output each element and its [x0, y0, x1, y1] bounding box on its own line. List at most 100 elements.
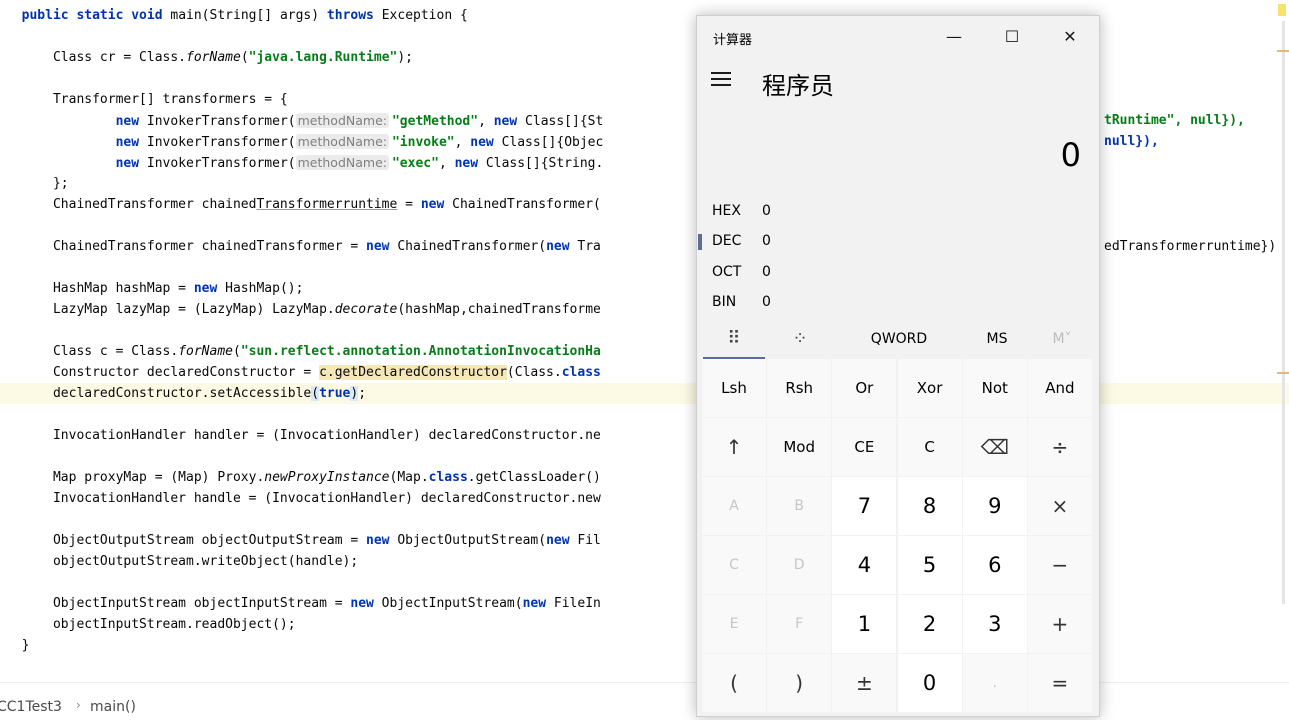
code-line[interactable]: ChainedTransformer chainedTransformerrun… — [6, 194, 601, 215]
code-token: InvocationHandler handle = (InvocationHa… — [6, 491, 601, 506]
hex-d-key[interactable]: D — [767, 536, 832, 594]
code-line[interactable]: new InvokerTransformer(methodName: "invok… — [6, 131, 603, 152]
memory-store-button[interactable]: MS — [967, 321, 1027, 357]
mod-key[interactable]: Mod — [767, 418, 832, 476]
radix-row-hex[interactable]: HEX 0 — [697, 196, 1099, 226]
eight-key[interactable]: 8 — [897, 477, 962, 535]
code-line[interactable]: new InvokerTransformer(methodName: "exec"… — [6, 152, 603, 173]
scroll-marker[interactable] — [1277, 372, 1289, 374]
equals-key[interactable]: = — [1027, 654, 1092, 712]
nine-key[interactable]: 9 — [962, 477, 1027, 535]
radix-row-oct[interactable]: OCT 0 — [697, 257, 1099, 287]
not-key[interactable]: Not — [962, 359, 1027, 417]
code-line[interactable]: } — [6, 635, 30, 656]
vertical-scrollbar[interactable] — [1282, 21, 1285, 604]
divide-key[interactable]: ÷ — [1027, 418, 1092, 476]
close-button[interactable]: ✕ — [1041, 16, 1099, 58]
decimal-key[interactable]: . — [962, 654, 1027, 712]
clear-key[interactable]: C — [897, 418, 962, 476]
shift-up-key[interactable]: ↑ — [702, 418, 766, 476]
calculator-keypad: Lsh Rsh Or Xor Not And ↑ Mod CE C ⌫ ÷ A B 7 8 9 × C D 4 5 6− E F… — [702, 359, 1097, 714]
code-token: new — [350, 596, 374, 611]
code-line[interactable]: ObjectInputStream objectInputStream = ne… — [6, 593, 601, 614]
xor-key[interactable]: Xor — [897, 359, 962, 417]
code-line[interactable]: LazyMap lazyMap = (LazyMap) LazyMap.deco… — [6, 299, 601, 320]
code-token: Fil — [569, 533, 601, 548]
minimize-button[interactable]: — — [925, 16, 983, 58]
close-paren-key[interactable]: ) — [767, 654, 832, 712]
word-size-button[interactable]: QWORD — [847, 321, 951, 357]
zero-key[interactable]: 0 — [897, 654, 962, 712]
code-line[interactable]: Constructor declaredConstructor = c.getD… — [6, 362, 601, 383]
lsh-key[interactable]: Lsh — [702, 359, 766, 417]
warning-icon[interactable] — [1278, 4, 1286, 16]
radix-row-dec[interactable]: DEC 0 — [697, 226, 1099, 256]
code-token: LazyMap lazyMap = (LazyMap) LazyMap. — [6, 302, 335, 317]
multiply-key[interactable]: × — [1027, 477, 1092, 535]
hex-f-key[interactable]: F — [767, 595, 832, 653]
scroll-marker[interactable] — [1277, 50, 1289, 52]
code-line[interactable]: Map proxyMap = (Map) Proxy.newProxyInsta… — [6, 467, 601, 488]
calculator-titlebar[interactable]: 计算器 — ☐ ✕ — [697, 16, 1099, 58]
radix-label: HEX — [712, 203, 741, 219]
or-key[interactable]: Or — [832, 359, 897, 417]
memory-list-button[interactable]: M˅ — [1032, 321, 1092, 357]
maximize-button[interactable]: ☐ — [983, 16, 1041, 58]
code-line[interactable]: Transformer[] transformers = { — [6, 89, 288, 110]
breadcrumb-method[interactable]: main() — [90, 699, 136, 715]
radix-selected-indicator — [698, 234, 702, 250]
code-line[interactable]: HashMap hashMap = new HashMap(); — [6, 278, 303, 299]
code-token: Class[]{Objec — [493, 135, 604, 150]
code-token: Class cr = Class. — [6, 50, 187, 65]
hex-a-key[interactable]: A — [702, 477, 766, 535]
radix-value: 0 — [762, 203, 771, 219]
seven-key[interactable]: 7 — [832, 477, 897, 535]
six-key[interactable]: 6 — [962, 536, 1027, 594]
code-line[interactable]: new InvokerTransformer(methodName: "getMe… — [6, 110, 603, 131]
code-line[interactable]: InvocationHandler handle = (InvocationHa… — [6, 488, 601, 509]
bit-toggle-keypad-icon[interactable]: ⁘ — [769, 321, 831, 357]
code-line[interactable]: public static void main(String[] args) t… — [6, 5, 468, 26]
code-line[interactable]: objectInputStream.readObject(); — [6, 614, 296, 635]
full-keypad-icon[interactable]: ⠿ — [703, 321, 765, 357]
radix-label: DEC — [712, 233, 742, 249]
code-line[interactable]: Class c = Class.forName("sun.reflect.ann… — [6, 341, 601, 362]
ce-key[interactable]: CE — [832, 418, 897, 476]
negate-key[interactable]: ± — [832, 654, 897, 712]
minus-key[interactable]: − — [1027, 536, 1092, 594]
code-token: ( — [232, 344, 241, 359]
hex-b-key[interactable]: B — [767, 477, 832, 535]
code-line[interactable]: ChainedTransformer chainedTransformer = … — [6, 236, 601, 257]
code-token: (Map. — [389, 470, 429, 485]
calculator-window[interactable]: 计算器 — ☐ ✕ 程序员 0 HEX 0 DEC 0 OCT 0 BIN 0 … — [696, 15, 1100, 717]
code-line[interactable]: InvocationHandler handler = (InvocationH… — [6, 425, 601, 446]
code-token: ChainedTransformer chainedTransformer = — [6, 239, 367, 254]
code-token: } — [6, 638, 30, 653]
plus-key[interactable]: + — [1027, 595, 1092, 653]
code-line[interactable]: objectOutputStream.writeObject(handle); — [6, 551, 358, 572]
code-token: , — [478, 114, 494, 129]
two-key[interactable]: 2 — [897, 595, 962, 653]
and-key[interactable]: And — [1027, 359, 1092, 417]
three-key[interactable]: 3 — [962, 595, 1027, 653]
radix-row-bin[interactable]: BIN 0 — [697, 287, 1099, 317]
hex-c-key[interactable]: C — [702, 536, 766, 594]
four-key[interactable]: 4 — [832, 536, 897, 594]
editor-scroll-marker-bar[interactable] — [1272, 0, 1289, 682]
code-token: (Class. — [506, 365, 562, 380]
hex-e-key[interactable]: E — [702, 595, 766, 653]
code-line[interactable]: Class cr = Class.forName("java.lang.Runt… — [6, 47, 413, 68]
rsh-key[interactable]: Rsh — [767, 359, 832, 417]
five-key[interactable]: 5 — [897, 536, 962, 594]
backspace-key[interactable]: ⌫ — [962, 418, 1027, 476]
code-line[interactable]: }; — [6, 173, 69, 194]
code-line[interactable]: declaredConstructor.setAccessible(true); — [6, 383, 366, 404]
breadcrumb-class[interactable]: CC1Test3 — [0, 699, 62, 715]
menu-icon[interactable] — [711, 72, 735, 94]
one-key[interactable]: 1 — [832, 595, 897, 653]
code-line[interactable]: ObjectOutputStream objectOutputStream = … — [6, 530, 601, 551]
code-token: InvokerTransformer( — [139, 135, 296, 150]
open-paren-key[interactable]: ( — [702, 654, 766, 712]
